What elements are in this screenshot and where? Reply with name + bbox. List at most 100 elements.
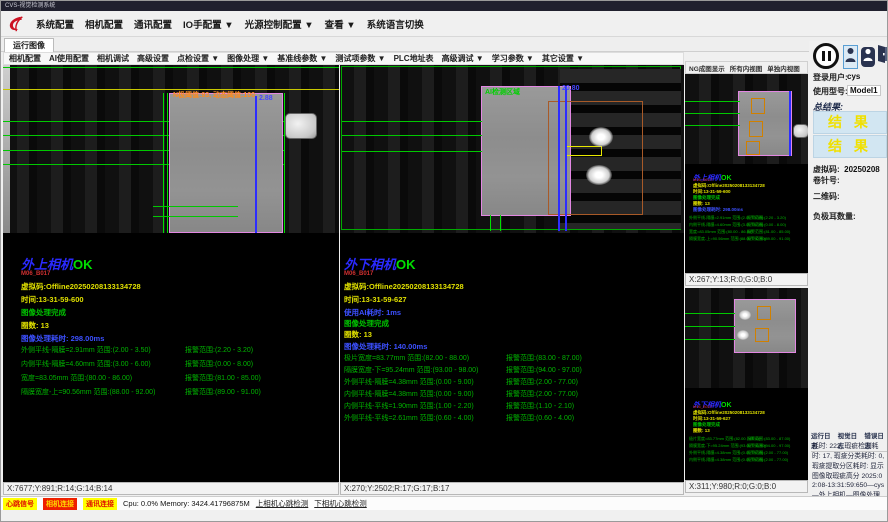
preview-top-view[interactable]: 外上相机OK M06_B017 虚拟码:Offline2025020813313… (685, 74, 808, 273)
menu-comm-config[interactable]: 通讯配置 (134, 17, 172, 31)
yellow-line (3, 89, 339, 90)
connector-part (285, 113, 317, 139)
menu-language-switch[interactable]: 系统语言切换 (367, 17, 424, 31)
heartbeat-status-badge: 心跳信号 (3, 498, 37, 510)
brown-roi-box (548, 101, 643, 215)
log-text[interactable]: 耗时: 222, 瑕疵检测耗时: 17, 瑕疵分类耗时: 0, 瑕疵提取分区耗时… (812, 442, 886, 522)
green-edge-line (167, 93, 168, 233)
green-line (685, 101, 740, 102)
green-tick (500, 215, 501, 231)
user-icon (845, 47, 856, 68)
virtual-code-value: 20250208 (844, 165, 880, 174)
tool-other-settings[interactable]: 其它设置 ▼ (542, 53, 584, 64)
left-camera-image[interactable]: 2.88 N极阈值:93, 动态阈值:100 (3, 65, 339, 233)
tab-all-views[interactable]: 所有内视图 (730, 63, 763, 73)
upper-camera-heartbeat-link[interactable]: 上相机心跳检测 (256, 498, 309, 509)
green-tick (490, 215, 491, 231)
process-time-label: 图像处理耗时: 298.00ms (21, 333, 104, 344)
mini-turns: 圈数: 13 (693, 428, 710, 434)
tool-baseline-params[interactable]: 基准线参数 ▼ (277, 53, 327, 64)
green-line (685, 125, 740, 126)
menu-light-config[interactable]: 光源控制配置 ▼ (245, 17, 314, 31)
alarm-range: 报警范围:(89.00 - 91.00) (185, 387, 261, 397)
cpu-memory-status: Cpu: 0.0% Memory: 3424.41796875M (123, 499, 250, 508)
left-camera-view[interactable]: 2.88 N极阈值:93, 动态阈值:100 外上相机OK M06_B017 虚… (3, 65, 339, 482)
login-user-value: cys (847, 72, 860, 81)
mini-roi-box (757, 306, 771, 320)
green-line (685, 113, 740, 114)
alarm-range: 报警范围:(83.00 - 87.00) (506, 353, 582, 363)
measurement-row: 宽度=83.05mm 范围:(80.00 - 86.00) (21, 373, 132, 383)
connector-part (793, 124, 808, 138)
reflection-hotspot (739, 310, 751, 320)
virtual-code-label: 虚拟码:Offline20250208133134728 (344, 281, 464, 292)
measurement-row: 极片宽度=83.77mm 范围:(82.00 - 88.00) (344, 353, 469, 363)
tab-count-label: 负极耳数量: (813, 211, 856, 222)
exit-button[interactable] (877, 45, 888, 67)
operator-button[interactable] (861, 47, 875, 67)
status-bar: 心跳信号 相机连接 通讯连接 Cpu: 0.0% Memory: 3424.41… (1, 496, 888, 510)
virtual-code-label: 虚拟码: (813, 165, 840, 174)
process-done-label: 图像处理完成 (21, 307, 66, 318)
tab-run-image[interactable]: 运行图像 (4, 38, 54, 53)
result-box-1: 结 果 (813, 111, 887, 134)
middle-camera-view[interactable]: 20.80 AI检测区域 外下相机OK M06_B017 虚拟码:Offline… (340, 65, 684, 482)
measure-value-label: 20.80 (562, 85, 580, 92)
exit-door-icon (877, 44, 888, 69)
mini-alarm: 报警范围:(81.00 - 85.00) (747, 229, 790, 235)
tool-advanced-debug[interactable]: 高级调试 ▼ (442, 53, 484, 64)
pause-button[interactable] (813, 43, 839, 69)
middle-pixel-coords: X:270;Y:2502;R:17;G:17;B:17 (340, 482, 684, 495)
model-value-field[interactable]: Model1 (847, 85, 881, 96)
tool-test-params[interactable]: 测试项参数 ▼ (335, 53, 385, 64)
virtual-code-label: 虚拟码:Offline20250208133134728 (21, 281, 141, 292)
middle-camera-image[interactable]: 20.80 AI检测区域 (340, 65, 684, 233)
tab-single-view[interactable]: 单独内视图 (767, 63, 800, 73)
preview-bottom-view[interactable]: 外下相机OK M06_B017 虚拟码:Offline2025020813313… (685, 288, 808, 480)
window-title: CVS-视觉检测系统 (1, 1, 888, 11)
camera-connection-badge: 相机连接 (43, 498, 77, 510)
blue-measure-line (565, 86, 567, 231)
tool-advanced-settings[interactable]: 高级设置 (137, 53, 169, 64)
qr-code-label: 二维码: (813, 191, 840, 202)
operator-icon (863, 48, 873, 67)
lower-camera-heartbeat-link[interactable]: 下相机心跳检测 (314, 498, 367, 509)
tool-camera-debug[interactable]: 相机调试 (97, 53, 129, 64)
measurement-row: 隔膜宽度-下=95.24mm 范围:(93.00 - 98.00) (344, 365, 478, 375)
turn-count-label: 圈数: 13 (344, 329, 372, 340)
tool-camera-config[interactable]: 相机配置 (9, 53, 41, 64)
menu-system-config[interactable]: 系统配置 (36, 17, 74, 31)
tool-plc-address[interactable]: PLC地址表 (394, 53, 434, 64)
camera-name-label: 外下相机 (344, 257, 396, 272)
model-label: 使用型号: (813, 86, 848, 97)
tab-ng-image[interactable]: NG成图显示 (689, 63, 725, 73)
mini-alarm: 报警范围:(89.00 - 91.00) (747, 236, 790, 242)
turn-count-label: 圈数: 13 (21, 320, 49, 331)
tool-ai-usage-config[interactable]: AI使用配置 (49, 53, 89, 64)
threshold-overlay-label: N极阈值:93, 动态阈值:100 (173, 90, 255, 100)
measurement-row: 外侧平线-平线=2.61mm 范围:(0.60 - 4.00) (344, 413, 474, 423)
login-user-label: 登录用户: (813, 72, 848, 83)
preview-bottom-image[interactable] (685, 288, 808, 388)
reflection-hotspot (737, 330, 749, 340)
menu-view[interactable]: 查看 ▼ (325, 17, 356, 31)
preview-top-image[interactable] (685, 74, 808, 164)
menu-camera-config[interactable]: 相机配置 (85, 17, 123, 31)
user-login-button[interactable] (843, 45, 858, 69)
mini-alarm: 报警范围:(2.00 - 77.00) (747, 450, 788, 456)
menu-io-config[interactable]: IO手配置 ▼ (183, 17, 234, 31)
mini-roi-box (755, 328, 769, 342)
tool-spot-check[interactable]: 点检设置 ▼ (177, 53, 219, 64)
camera-ok-status: OK (396, 257, 416, 272)
alarm-range: 报警范围:(1.10 - 2.10) (506, 401, 574, 411)
tool-image-processing[interactable]: 图像处理 ▼ (227, 53, 269, 64)
ai-time-label: 使用AI耗时: 1ms (344, 307, 401, 318)
tool-learning-params[interactable]: 学习参数 ▼ (492, 53, 534, 64)
blue-measure-line (558, 86, 560, 231)
menu-bar: 系统配置 相机配置 通讯配置 IO手配置 ▼ 光源控制配置 ▼ 查看 ▼ 系统语… (1, 11, 888, 37)
mini-alarm: 报警范围:(94.00 - 97.00) (747, 443, 790, 449)
time-label: 时间:13-31-59-600 (21, 294, 84, 305)
mini-alarm: 报警范围:(83.00 - 87.00) (747, 436, 790, 442)
green-line (685, 313, 735, 314)
reflection-hotspot (589, 127, 613, 147)
